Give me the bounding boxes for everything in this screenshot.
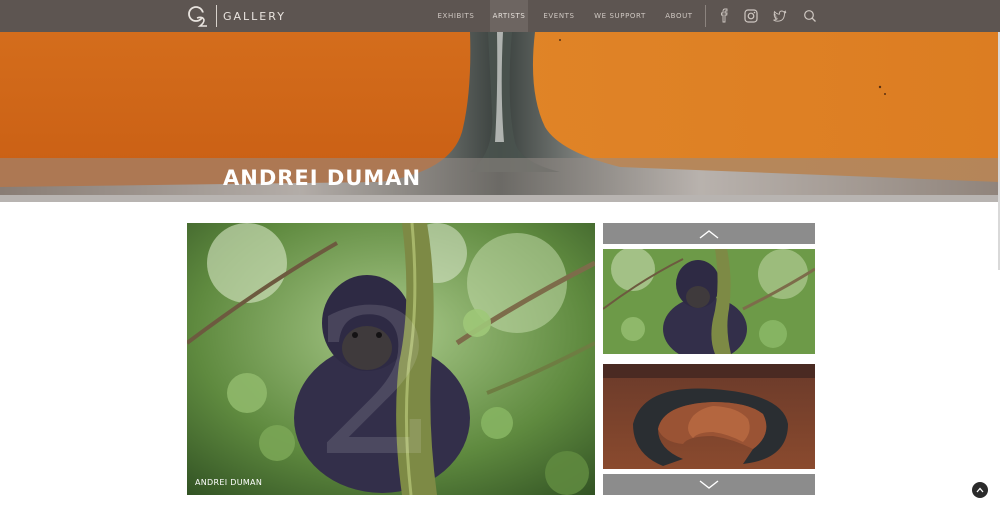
main-artwork-image[interactable]: 2 ANDREI DUMAN: [187, 223, 595, 495]
chevron-down-icon: [699, 479, 719, 489]
nav-about[interactable]: ABOUT: [661, 0, 697, 32]
nav-exhibits[interactable]: EXHIBITS: [434, 0, 478, 32]
hero-bottom-strip: [0, 195, 1000, 202]
svg-text:2: 2: [313, 268, 440, 495]
logo-divider: [216, 5, 217, 27]
nav-divider: [705, 5, 706, 27]
search-icon[interactable]: [802, 8, 818, 24]
hero-title-band: [0, 158, 1000, 195]
horseshoe-bend-thumbnail-image: [603, 364, 815, 469]
artist-name-title: ANDREI DUMAN: [223, 166, 422, 190]
top-navigation-bar: GALLERY EXHIBITS ARTISTS EVENTS WE SUPPO…: [0, 0, 1000, 32]
artwork-caption: ANDREI DUMAN: [195, 478, 263, 487]
gorilla-thumbnail-image: [603, 249, 815, 354]
arrow-up-icon: [976, 487, 984, 493]
g2-logo-mark: [186, 4, 210, 28]
hero-banner: ANDREI DUMAN: [0, 32, 1000, 202]
facebook-icon[interactable]: [716, 8, 732, 24]
twitter-icon[interactable]: [772, 8, 788, 24]
chevron-up-icon: [699, 229, 719, 239]
thumbnail-gorilla[interactable]: [603, 249, 815, 354]
logo-text: GALLERY: [223, 9, 286, 23]
nav-we-support[interactable]: WE SUPPORT: [590, 0, 650, 32]
thumbnail-scroll-up-button[interactable]: [603, 223, 815, 244]
scroll-to-top-button[interactable]: [972, 482, 988, 498]
nav-artists[interactable]: ARTISTS: [490, 0, 528, 32]
thumbnail-scroll-down-button[interactable]: [603, 474, 815, 495]
thumbnail-horseshoe-bend[interactable]: [603, 364, 815, 469]
instagram-icon[interactable]: [743, 8, 759, 24]
nav-events[interactable]: EVENTS: [540, 0, 578, 32]
gorilla-photo: 2: [187, 223, 595, 495]
gallery-logo[interactable]: GALLERY: [186, 4, 286, 28]
